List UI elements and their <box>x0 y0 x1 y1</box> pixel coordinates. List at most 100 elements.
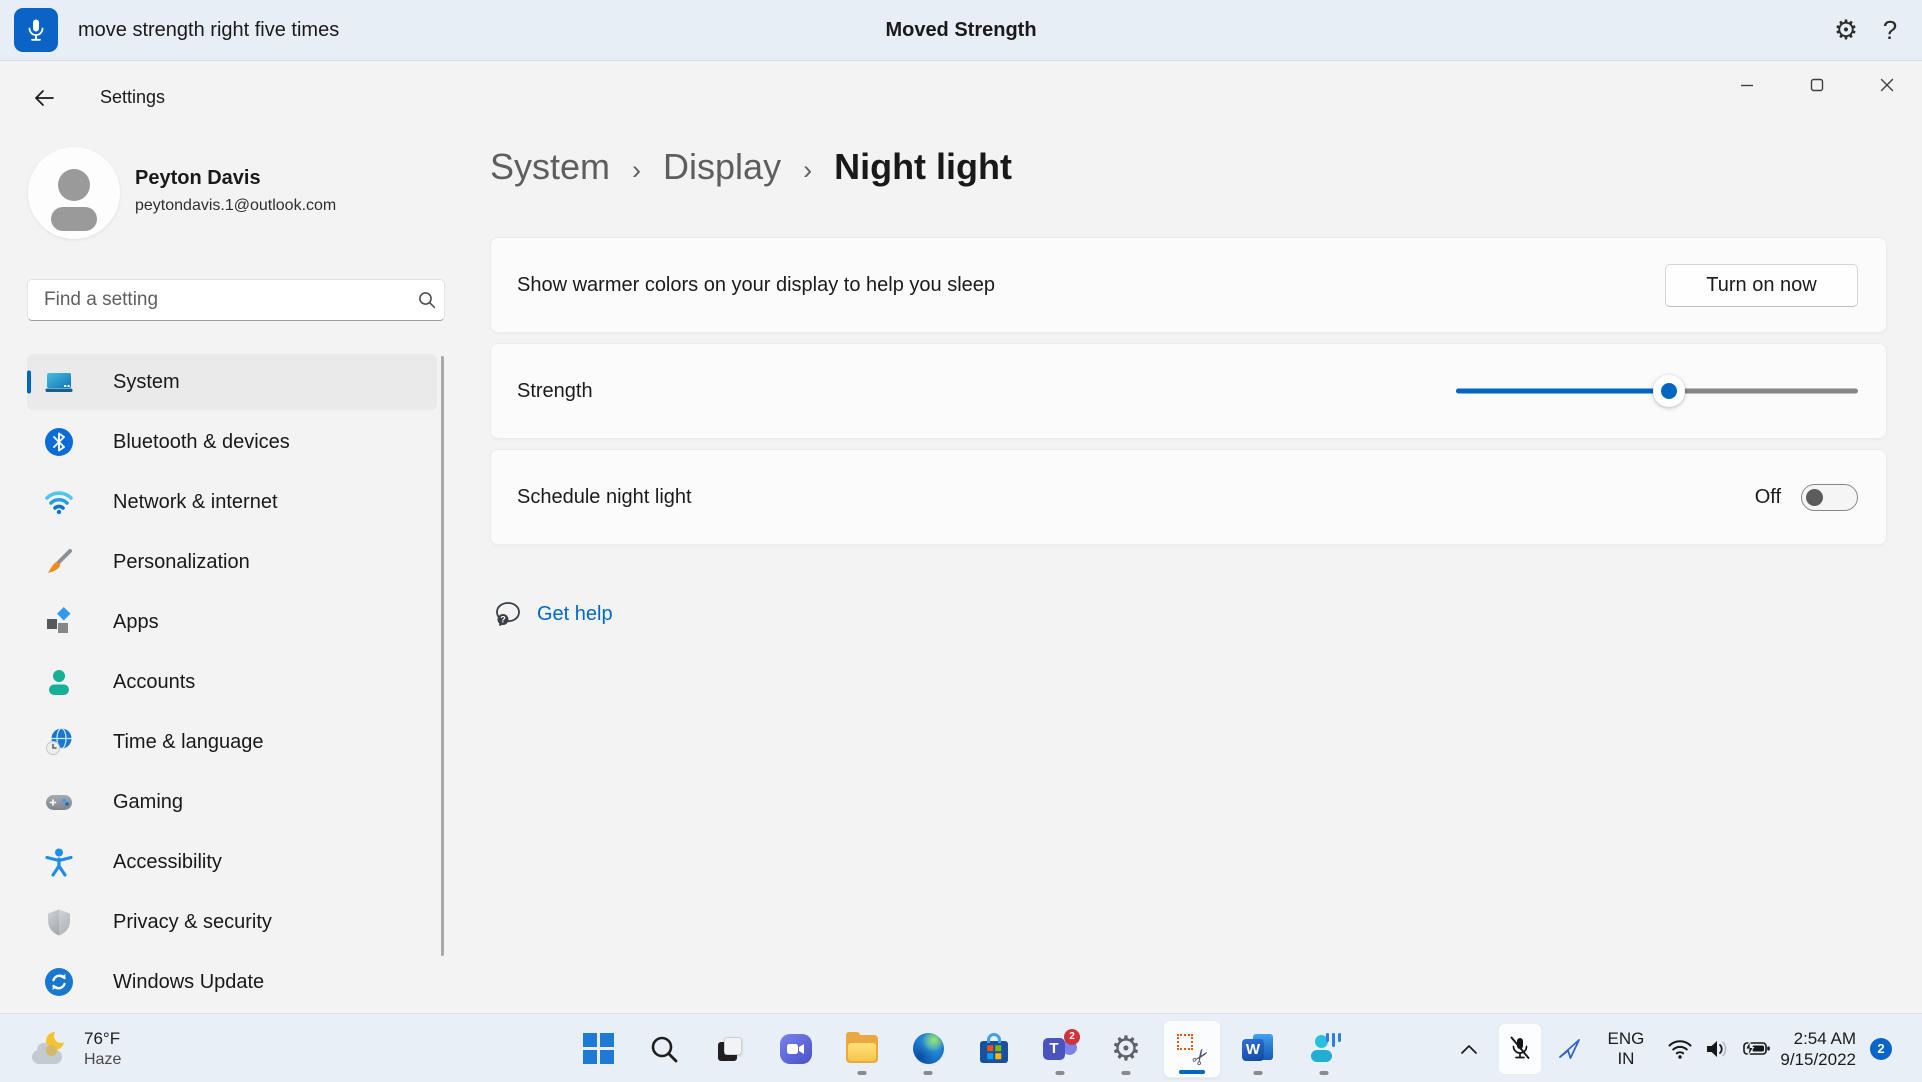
gaming-icon <box>44 787 74 817</box>
language-region: IN <box>1617 1048 1635 1068</box>
sidebar-item-network-internet[interactable]: Network & internet <box>27 474 437 530</box>
gear-icon[interactable]: ⚙ <box>1826 0 1866 61</box>
word-icon: W <box>1242 1033 1274 1065</box>
clock-date-widget[interactable]: 2:54 AM 9/15/2022 <box>1780 1028 1856 1070</box>
chevron-up-icon <box>1460 1044 1477 1054</box>
wifi-icon[interactable] <box>1666 1038 1694 1060</box>
volume-icon[interactable] <box>1704 1038 1732 1060</box>
personalization-icon <box>44 547 74 577</box>
sidebar-item-gaming[interactable]: Gaming <box>27 774 437 830</box>
taskbar-weather-widget[interactable]: 76°F Haze <box>22 1014 131 1082</box>
help-icon[interactable]: ? <box>1870 0 1910 61</box>
language-code: ENG <box>1607 1028 1645 1048</box>
file-explorer-icon <box>846 1031 878 1063</box>
search-input[interactable] <box>28 289 410 311</box>
window-controls <box>1712 61 1922 109</box>
sidebar-item-privacy-security[interactable]: Privacy & security <box>27 894 437 950</box>
tray-date: 9/15/2022 <box>1780 1049 1856 1069</box>
sidebar-scrollbar[interactable] <box>441 356 444 956</box>
battery-charging-icon[interactable] <box>1742 1039 1772 1058</box>
language-indicator[interactable]: ENG IN <box>1608 1029 1645 1069</box>
voice-access-icon <box>1308 1032 1341 1065</box>
toggle-knob <box>1806 488 1823 506</box>
running-indicator <box>1253 1071 1263 1075</box>
microphone-muted-button[interactable] <box>1497 1022 1542 1075</box>
task-view-icon <box>715 1034 745 1064</box>
windows-update-icon <box>44 967 74 997</box>
screen: move strength right five times Moved Str… <box>0 0 1922 1082</box>
page-title: Night light <box>834 146 1013 187</box>
microphone-icon <box>28 19 44 41</box>
strength-slider[interactable] <box>1456 374 1858 408</box>
running-indicator <box>1319 1071 1329 1075</box>
file-explorer-button[interactable] <box>833 1020 891 1078</box>
taskbar-search-button[interactable] <box>635 1020 693 1078</box>
schedule-toggle-row: Off <box>1754 483 1858 511</box>
schedule-label: Schedule night light <box>517 485 692 508</box>
toggle-state-label: Off <box>1754 485 1781 508</box>
avatar[interactable] <box>28 147 120 239</box>
task-view-button[interactable] <box>701 1020 759 1078</box>
voice-command-bar: move strength right five times Moved Str… <box>0 0 1922 61</box>
edge-icon <box>912 1033 944 1064</box>
sidebar-item-system[interactable]: System <box>27 354 437 410</box>
time-language-icon <box>44 727 74 757</box>
sidebar-item-bluetooth-devices[interactable]: Bluetooth & devices <box>27 414 437 470</box>
teams-button[interactable]: T 2 <box>1031 1020 1089 1078</box>
slider-fill <box>1456 388 1670 394</box>
windows-logo-icon <box>582 1033 614 1064</box>
minimize-icon <box>1741 84 1753 87</box>
accessibility-icon <box>44 847 74 877</box>
active-indicator <box>1179 1070 1205 1074</box>
system-icon <box>44 367 74 397</box>
get-help-icon: ? <box>496 602 520 626</box>
minimize-button[interactable] <box>1712 61 1782 109</box>
close-icon <box>1880 78 1894 92</box>
edge-button[interactable] <box>899 1020 957 1078</box>
privacy-icon <box>44 907 74 937</box>
store-icon <box>980 1033 1008 1063</box>
microsoft-store-button[interactable] <box>965 1020 1023 1078</box>
account-name: Peyton Davis <box>135 167 261 189</box>
strength-label: Strength <box>517 379 593 402</box>
sidebar-item-accounts[interactable]: Accounts <box>27 654 437 710</box>
snipping-tool-icon: ✂ <box>1176 1033 1216 1071</box>
taskbar: 76°F Haze T 2 ⚙ ✂ W ENG IN 2:54 AM 9/15/… <box>0 1013 1922 1082</box>
get-help-link[interactable]: Get help <box>537 603 613 626</box>
search-icon[interactable] <box>410 291 444 309</box>
maximize-button[interactable] <box>1782 61 1852 109</box>
sidebar-item-accessibility[interactable]: Accessibility <box>27 834 437 890</box>
snipping-tool-button[interactable]: ✂ <box>1163 1019 1221 1078</box>
weather-temperature: 76°F <box>84 1028 121 1048</box>
weather-haze-icon <box>32 1028 70 1066</box>
voice-command-text: move strength right five times <box>78 19 340 41</box>
apps-icon <box>44 607 74 637</box>
close-button[interactable] <box>1852 61 1922 109</box>
start-button[interactable] <box>569 1020 627 1078</box>
sidebar-item-apps[interactable]: Apps <box>27 594 437 650</box>
search-icon <box>651 1036 678 1062</box>
hidden-icons-chevron[interactable] <box>1454 1043 1484 1055</box>
settings-taskbar-button[interactable]: ⚙ <box>1097 1020 1155 1078</box>
word-button[interactable]: W <box>1229 1020 1287 1078</box>
sidebar-item-windows-update[interactable]: Windows Update <box>27 954 437 1010</box>
schedule-night-light-card: Schedule night light Off <box>490 449 1887 545</box>
breadcrumb-display[interactable]: Display <box>663 146 781 188</box>
weather-condition: Haze <box>84 1050 122 1068</box>
microphone-button[interactable] <box>14 8 58 52</box>
slider-thumb[interactable] <box>1653 375 1686 407</box>
breadcrumb: System › Display › Night light <box>490 146 1012 188</box>
turn-on-now-button[interactable]: Turn on now <box>1665 263 1858 307</box>
sidebar-item-personalization[interactable]: Personalization <box>27 534 437 590</box>
chat-button[interactable] <box>767 1020 825 1078</box>
back-button[interactable] <box>28 83 60 113</box>
breadcrumb-system[interactable]: System <box>490 146 610 188</box>
sidebar-item-time-language[interactable]: Time & language <box>27 714 437 770</box>
gear-icon: ⚙ <box>1110 1028 1142 1069</box>
notification-count-badge[interactable]: 2 <box>1870 1037 1892 1060</box>
chevron-right-icon: › <box>803 155 813 185</box>
voice-access-button[interactable] <box>1295 1020 1353 1078</box>
schedule-toggle[interactable] <box>1801 483 1858 511</box>
location-in-use-icon[interactable] <box>1556 1038 1584 1060</box>
person-icon <box>51 169 97 231</box>
